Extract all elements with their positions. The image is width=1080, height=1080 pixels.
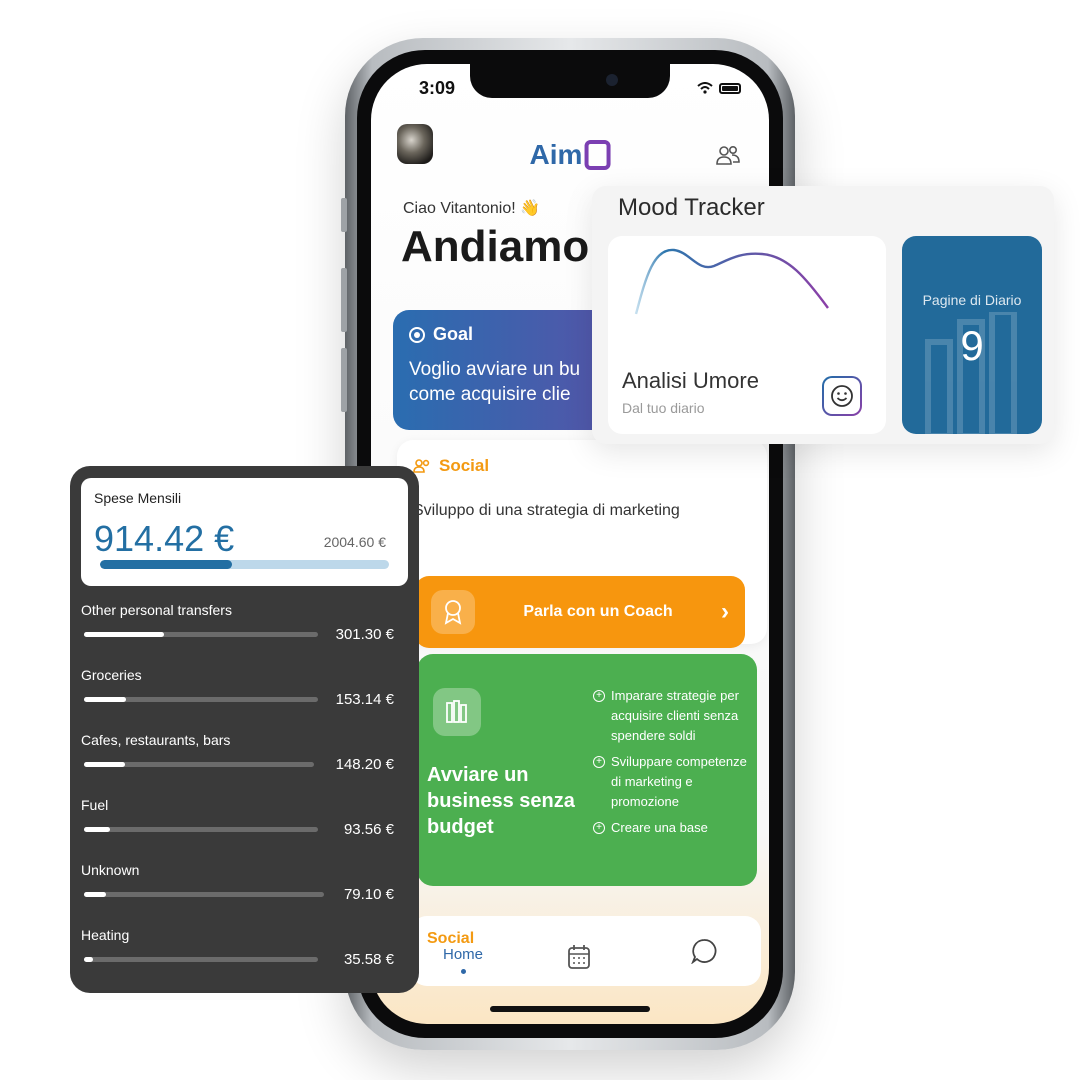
- plus-circle-icon: +: [593, 822, 605, 834]
- coach-button[interactable]: Parla con un Coach ›: [415, 576, 745, 648]
- tab-home-label: Home: [443, 946, 484, 963]
- expense-category-name: Cafes, restaurants, bars: [81, 732, 231, 748]
- expense-bar-fill: [84, 632, 164, 637]
- expense-row: Fuel 93.56 €: [81, 793, 411, 858]
- expense-category-list: Other personal transfers 301.30 € Grocer…: [81, 598, 411, 988]
- diary-pages-label: Pagine di Diario: [922, 292, 1022, 308]
- greeting-text: Ciao Vitantonio! 👋: [403, 200, 541, 217]
- chat-icon[interactable]: [691, 938, 717, 964]
- plus-circle-icon: +: [593, 690, 605, 702]
- expense-category-name: Fuel: [81, 797, 109, 813]
- active-indicator: [460, 969, 466, 974]
- smile-icon: [824, 378, 860, 414]
- spending-progress-bar: [100, 560, 389, 569]
- expense-bar-fill: [84, 762, 126, 767]
- smile-button[interactable]: [822, 376, 862, 416]
- expense-category-name: Heating: [81, 927, 130, 943]
- front-camera: [606, 74, 618, 86]
- wifi-icon: [697, 82, 713, 94]
- spending-progress-fill: [100, 560, 232, 569]
- expense-row: Unknown 79.10 €: [81, 858, 411, 923]
- expenses-panel: Spese Mensili 914.42 € 2004.60 € Other p…: [70, 466, 419, 993]
- mood-card-title: Analisi Umore: [622, 368, 759, 393]
- expense-amount: 148.20 €: [335, 756, 394, 773]
- plus-circle-icon: +: [593, 756, 605, 768]
- expense-bar: [84, 957, 318, 962]
- tab-bar: Home: [371, 928, 769, 1024]
- course-topic-text: Sviluppare competenze di marketing e pro…: [611, 754, 747, 809]
- course-title: Avviare un business senza budget: [427, 764, 575, 838]
- expense-row: Heating 35.58 €: [81, 923, 411, 988]
- monthly-spending-amount: 914.42 €: [94, 518, 235, 559]
- expense-bar-fill: [84, 957, 94, 962]
- status-time: 3:09: [419, 78, 456, 98]
- phone-side-button: [341, 198, 347, 232]
- chevron-right-icon: ›: [721, 598, 729, 625]
- expense-bar: [84, 697, 318, 702]
- expense-bar-fill: [84, 827, 110, 832]
- logo-mark: [584, 140, 611, 170]
- course-topic: + Sviluppare competenze di marketing e p…: [593, 752, 753, 812]
- home-indicator: [490, 1006, 650, 1012]
- people-icon: [413, 459, 430, 473]
- mood-tracker-panel: Mood Tracker Analisi Umore Dal tuo diari…: [592, 186, 1054, 444]
- tab-home[interactable]: Home: [443, 946, 483, 974]
- phone-volume-up: [341, 268, 347, 332]
- target-icon: [409, 326, 425, 343]
- course-topic-text: Imparare strategie per acquisire clienti…: [611, 688, 739, 743]
- course-topics: + Imparare strategie per acquisire clien…: [593, 686, 753, 844]
- expense-row: Groceries 153.14 €: [81, 663, 411, 728]
- phone-volume-down: [341, 348, 347, 412]
- expense-category-name: Other personal transfers: [81, 602, 232, 618]
- course-topic-text: Creare una base: [611, 820, 708, 835]
- expense-amount: 79.10 €: [343, 886, 394, 903]
- award-icon: [431, 590, 475, 634]
- social-header: Social: [413, 456, 751, 476]
- status-icons: [697, 82, 741, 94]
- expense-amount: 35.58 €: [343, 951, 394, 968]
- people-icon[interactable]: [715, 144, 741, 166]
- expense-bar-fill: [84, 697, 127, 702]
- diary-pages-count: 9: [960, 322, 984, 369]
- course-topic: + Imparare strategie per acquisire clien…: [593, 686, 753, 746]
- expense-row: Cafes, restaurants, bars 148.20 €: [81, 728, 411, 793]
- expense-bar: [84, 762, 314, 767]
- mood-card-subtitle: Dal tuo diario: [622, 400, 705, 416]
- expense-amount: 153.14 €: [335, 691, 394, 708]
- social-subtitle: Sviluppo di una strategia di marketing: [413, 502, 680, 519]
- expense-row: Other personal transfers 301.30 €: [81, 598, 411, 663]
- expense-bar: [84, 827, 318, 832]
- social-card: Social Sviluppo di una strategia di mark…: [397, 440, 767, 648]
- monthly-spending-title: Spese Mensili: [94, 490, 182, 506]
- monthly-budget-total: 2004.60 €: [323, 534, 386, 550]
- logo-text: Aim: [529, 139, 583, 170]
- app-logo: Aim: [530, 139, 611, 171]
- page-headline: Andiamo: [401, 222, 590, 271]
- expense-category-name: Groceries: [81, 667, 142, 683]
- calendar-icon[interactable]: [567, 944, 591, 970]
- avatar[interactable]: [397, 124, 433, 164]
- expense-amount: 301.30 €: [335, 626, 394, 643]
- notch: [470, 64, 670, 98]
- mood-analysis-card[interactable]: Analisi Umore Dal tuo diario: [608, 236, 886, 434]
- coach-button-label: Parla con un Coach: [523, 603, 673, 620]
- diary-pages-card[interactable]: Pagine di Diario 9: [902, 236, 1042, 434]
- expense-bar: [84, 632, 318, 637]
- expense-bar-fill: [84, 892, 106, 897]
- books-icon: [433, 688, 481, 736]
- mood-trend-line: [634, 248, 829, 315]
- battery-icon: [719, 82, 741, 94]
- course-topic: + Creare una base: [593, 818, 753, 838]
- mood-tracker-title: Mood Tracker: [618, 194, 765, 221]
- expense-amount: 93.56 €: [343, 821, 394, 838]
- social-title: Social: [439, 456, 490, 475]
- monthly-spending-card: Spese Mensili 914.42 € 2004.60 €: [81, 478, 408, 586]
- expense-bar: [84, 892, 324, 897]
- course-card[interactable]: Avviare un business senza budget + Impar…: [417, 654, 757, 886]
- expense-category-name: Unknown: [81, 862, 140, 878]
- goal-title: Goal: [433, 324, 474, 344]
